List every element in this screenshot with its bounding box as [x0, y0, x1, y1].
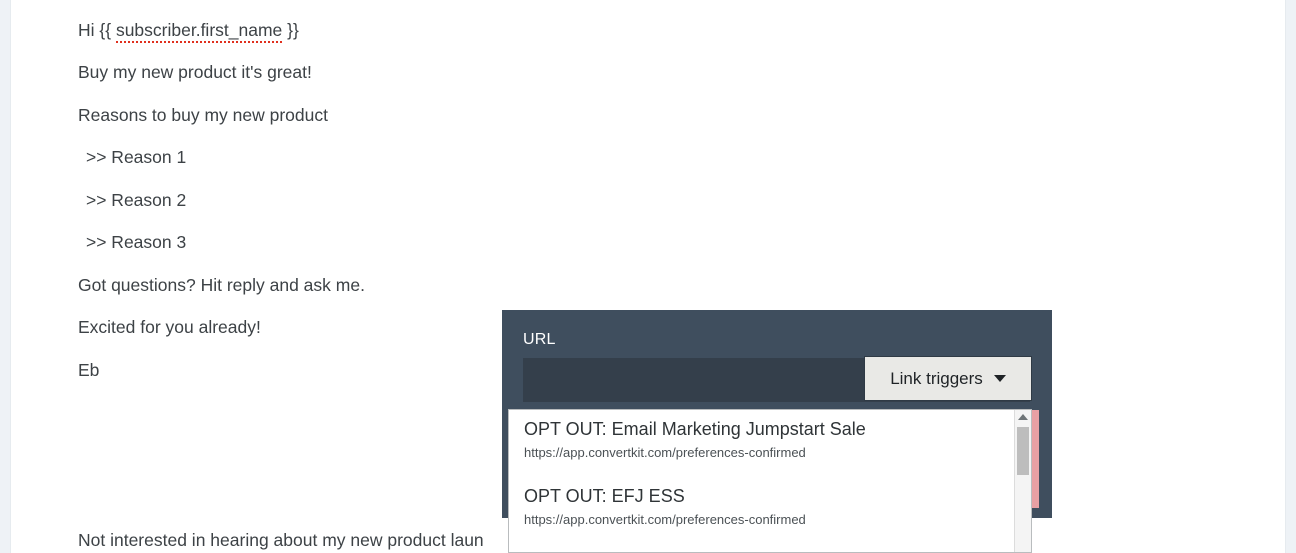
page-rule-left [10, 0, 11, 553]
page-gutter-right [1286, 0, 1296, 553]
dropdown-item-title: OPT OUT: Email Marketing Jumpstart Sale [524, 419, 866, 439]
email-line-reason-3: >> Reason 3 [86, 232, 187, 252]
dropdown-item[interactable]: OPT OUT: Email Marketing Jumpstart Sale … [509, 418, 1009, 463]
url-field-label: URL [523, 331, 556, 348]
dropdown-item-url: https://app.convertkit.com/preferences-c… [524, 512, 806, 528]
email-line-reasons-heading: Reasons to buy my new product [78, 105, 328, 125]
greeting-prefix: Hi {{ [78, 20, 116, 40]
email-line-signature: Eb [78, 360, 100, 380]
email-line-footer: Not interested in hearing about my new p… [78, 530, 484, 550]
link-triggers-button[interactable]: Link triggers [864, 356, 1032, 401]
email-line-excited: Excited for you already! [78, 317, 261, 337]
page-gutter-left [0, 0, 10, 553]
dropdown-item-url: https://app.convertkit.com/preferences-c… [524, 445, 806, 461]
greeting-suffix: }} [282, 20, 299, 40]
scrollbar-thumb[interactable] [1017, 427, 1029, 475]
merge-tag-subscriber-first-name[interactable]: subscriber.first_name [115, 20, 283, 43]
email-editor-page: Hi {{ subscriber.first_name }} Buy my ne… [0, 0, 1296, 553]
email-line-greeting: Hi {{ subscriber.first_name }} [78, 20, 299, 43]
scroll-up-arrow-icon[interactable] [1018, 414, 1028, 420]
dropdown-item-title: OPT OUT: EFJ ESS [524, 486, 685, 506]
email-line-reason-2: >> Reason 2 [86, 190, 187, 210]
link-triggers-dropdown[interactable]: OPT OUT: Email Marketing Jumpstart Sale … [508, 409, 1032, 553]
link-triggers-label: Link triggers [890, 368, 983, 388]
email-line-reason-1: >> Reason 1 [86, 147, 187, 167]
email-line-questions: Got questions? Hit reply and ask me. [78, 275, 365, 295]
email-line-pitch: Buy my new product it's great! [78, 62, 312, 82]
dropdown-scrollbar[interactable] [1014, 410, 1031, 552]
chevron-down-icon [993, 375, 1006, 382]
page-rule-right [1285, 0, 1286, 553]
dropdown-item[interactable]: OPT OUT: EFJ ESS https://app.convertkit.… [509, 485, 1009, 530]
